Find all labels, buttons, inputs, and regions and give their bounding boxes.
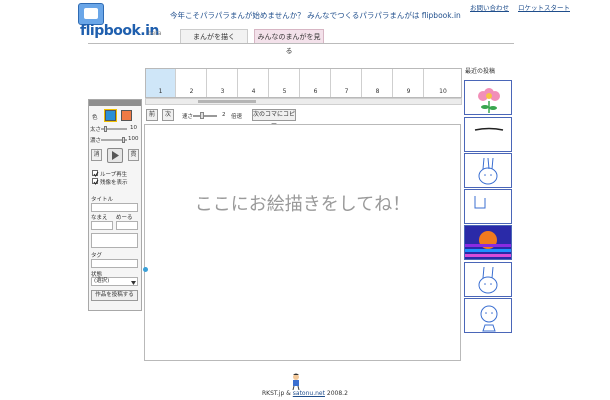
frame-number: 7 (344, 88, 349, 95)
title-input[interactable] (91, 203, 138, 212)
frame-cell[interactable]: 10 (425, 69, 461, 97)
play-button[interactable] (107, 148, 123, 163)
footer-site-1[interactable]: RKST.jp (262, 390, 284, 397)
check-icon (93, 171, 99, 177)
recent-thumbnail[interactable] (464, 189, 512, 224)
contact-link[interactable]: お問い合わせ (470, 4, 509, 12)
next-frame-button[interactable]: 次 (162, 109, 174, 121)
footer: RKST.jp & satonu.net 2008.2 (262, 390, 348, 397)
speed-label: 速さ (182, 114, 194, 120)
submit-button[interactable]: 作品を投稿する (91, 290, 138, 301)
frame-number: 2 (189, 88, 194, 95)
density-slider-handle[interactable] (122, 137, 125, 143)
tag-label: タグ (91, 253, 103, 259)
frame-number: 4 (251, 88, 256, 95)
loop-checkbox[interactable] (92, 170, 99, 177)
paint-button[interactable]: 貫 (128, 149, 139, 161)
recent-thumbnail[interactable] (464, 153, 512, 188)
tab-draw[interactable]: まんがを描く (180, 29, 248, 43)
tool-panel-header (89, 100, 141, 106)
color-label: 色 (92, 115, 98, 121)
color-swatch-primary[interactable] (105, 110, 116, 121)
face-drawing (480, 305, 498, 332)
tagline: 今年こそパラパラまんが始めませんか？ みんなでつくるパラパラまんがは flipb… (170, 11, 461, 20)
recent-thumbnail[interactable] (464, 117, 512, 152)
frame-number: 10 (439, 88, 447, 95)
frame-number: 9 (406, 88, 411, 95)
density-label: 濃さ (90, 138, 102, 144)
logo-icon (78, 3, 104, 25)
frame-cell[interactable]: 7 (332, 69, 362, 97)
canvas-hint: ここにお絵描きをしてね！ (194, 194, 411, 215)
drawing-canvas[interactable] (144, 124, 461, 361)
frame-cell[interactable]: 4 (239, 69, 269, 97)
password-input[interactable] (116, 221, 138, 230)
loop-label: ループ再生 (100, 172, 128, 178)
password-label: めーる (116, 215, 133, 221)
frame-number: 6 (313, 88, 318, 95)
check-icon (93, 179, 99, 185)
tab-view[interactable]: みんなのまんがを見る (254, 29, 324, 55)
footer-site-2[interactable]: satonu.net (293, 390, 325, 397)
mascot-icon (289, 373, 303, 391)
copy-to-next-button[interactable]: 次のコマにコピー (252, 109, 296, 128)
density-value: 100 (128, 136, 139, 142)
comment-textarea[interactable] (91, 233, 138, 248)
frame-scrollbar[interactable] (145, 98, 462, 105)
box-drawing (474, 196, 486, 209)
frame-number: 3 (220, 88, 225, 95)
recent-thumbnail[interactable] (464, 298, 512, 333)
play-icon (112, 151, 119, 160)
frame-cell[interactable]: 8 (363, 69, 393, 97)
speed-unit: 倍速 (231, 114, 243, 120)
frame-number: 5 (282, 88, 287, 95)
color-swatch-secondary[interactable] (121, 110, 132, 121)
prev-frame-button[interactable]: 前 (146, 109, 158, 121)
name-input[interactable] (91, 221, 113, 230)
rabbit-drawing (478, 157, 498, 185)
footer-year: 2008.2 (326, 390, 348, 397)
rocket-start-link[interactable]: ロケットスタート (518, 4, 570, 12)
status-select-value: (選択) (94, 278, 110, 284)
scrollbar-thumb[interactable] (198, 100, 256, 103)
top-links: お問い合わせ ロケットスタート (470, 2, 579, 12)
tag-input[interactable] (91, 259, 138, 268)
frame-strip: 1 2 3 4 5 6 7 8 9 10 (145, 68, 462, 98)
logo-beta: beta (148, 30, 162, 37)
frame-cell[interactable]: 6 (301, 69, 331, 97)
footer-amp: & (286, 390, 291, 397)
line-drawing (474, 127, 504, 131)
thickness-value: 10 (130, 125, 137, 131)
erase-button[interactable]: 消 (91, 149, 102, 161)
frame-cell[interactable]: 3 (208, 69, 238, 97)
name-label: なまえ (91, 215, 108, 221)
frame-number: 8 (375, 88, 380, 95)
recent-thumbnail[interactable] (464, 80, 512, 115)
thickness-label: 太さ (90, 127, 102, 133)
rabbit-drawing (478, 266, 498, 294)
flower-drawing (478, 88, 500, 113)
speed-slider-handle[interactable] (200, 112, 204, 119)
speed-value: 2 (222, 112, 226, 118)
sunset-drawing (465, 226, 511, 259)
title-label: タイトル (91, 197, 114, 203)
logo[interactable]: flipbook.in beta (78, 3, 166, 39)
speed-slider[interactable] (193, 115, 217, 117)
thickness-slider-handle[interactable] (104, 126, 107, 132)
frame-cell[interactable]: 1 (146, 69, 176, 97)
tab-divider (88, 43, 514, 44)
frame-cell[interactable]: 9 (394, 69, 424, 97)
frame-cell[interactable]: 5 (270, 69, 300, 97)
resize-handle[interactable] (143, 267, 148, 272)
afterimage-label: 残像を表示 (100, 180, 128, 186)
recent-thumbnail[interactable] (464, 262, 512, 297)
chevron-down-icon (131, 279, 136, 287)
frame-number: 1 (158, 88, 163, 95)
recent-thumbnail[interactable] (464, 225, 512, 260)
recent-title: 最近の投稿 (465, 68, 496, 75)
frame-cell[interactable]: 2 (177, 69, 207, 97)
afterimage-checkbox[interactable] (92, 178, 99, 185)
